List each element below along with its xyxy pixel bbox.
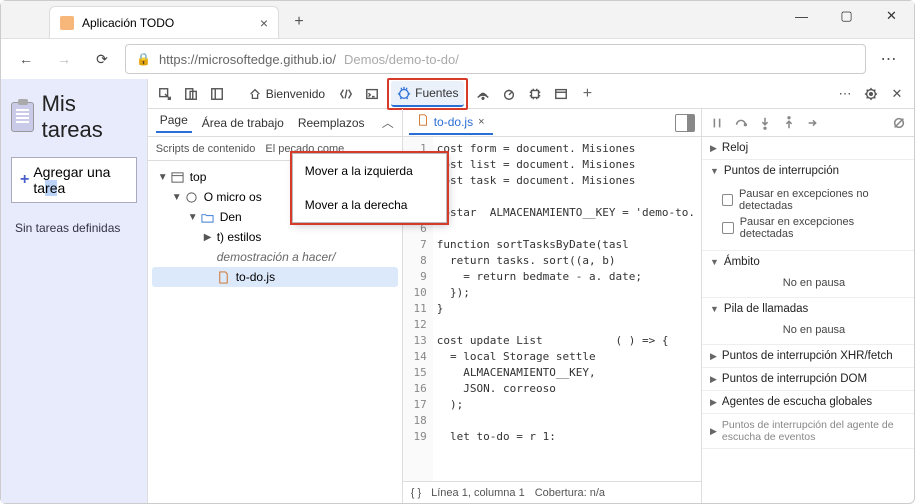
ctx-move-right[interactable]: Mover a la derecha (293, 188, 446, 222)
editor-tab-todo-js[interactable]: to-do.js × (409, 111, 493, 135)
editor-pane: to-do.js × 12345678910111213141516171819… (403, 109, 702, 503)
inspect-icon[interactable] (154, 83, 176, 105)
section-breakpoints[interactable]: ▼Puntos de interrupción (702, 160, 914, 182)
tree-todo-js[interactable]: to-do.js (152, 267, 398, 287)
editor-tab-row: to-do.js × (403, 109, 701, 137)
address-field[interactable]: 🔒 https://microsoftedge.github.io/Demos/… (125, 44, 866, 74)
section-event-breakpoints[interactable]: ▶Puntos de interrupción del agente de es… (702, 414, 914, 448)
deactivate-breakpoints-icon[interactable] (890, 114, 908, 132)
add-task-input[interactable]: + Agregar una tarea (11, 157, 137, 203)
navigator-pane: Page Área de trabajo Reemplazos ︿ Script… (148, 109, 403, 503)
tab-title: Aplicación TODO (82, 16, 260, 30)
debugger-toolbar (702, 109, 914, 137)
pause-icon[interactable] (708, 114, 726, 132)
section-watch[interactable]: ▶Reloj (702, 137, 914, 159)
window-minimize-button[interactable]: — (779, 1, 824, 31)
back-button[interactable]: ← (11, 44, 41, 74)
browser-tab[interactable]: Aplicación TODO × (49, 6, 279, 38)
empty-state-text: Sin tareas definidas (11, 217, 137, 239)
tab-favicon (60, 16, 74, 30)
window-close-button[interactable]: ✕ (869, 1, 914, 31)
nav-more-icon[interactable]: ︿ (382, 114, 394, 131)
devtools-toolbar: Bienvenido Fuentes + ⋯ ✕ (148, 79, 914, 109)
editor-tab-close-icon[interactable]: × (478, 116, 484, 128)
callstack-not-paused: No en pausa (702, 320, 914, 344)
more-tabs-button[interactable]: + (576, 83, 598, 105)
new-tab-button[interactable]: + (285, 8, 313, 36)
nav-tab-page[interactable]: Page (156, 113, 192, 133)
address-bar-row: ← → ⟳ 🔒 https://microsoftedge.github.io/… (1, 39, 914, 79)
status-braces[interactable]: { } (411, 487, 421, 499)
device-icon[interactable] (180, 83, 202, 105)
application-icon[interactable] (550, 83, 572, 105)
debugger-pane: ▶Reloj ▼Puntos de interrupción Pausar en… (702, 109, 914, 503)
step-icon[interactable] (804, 114, 822, 132)
step-into-icon[interactable] (756, 114, 774, 132)
close-tab-icon[interactable]: × (260, 15, 268, 31)
section-global-listeners[interactable]: ▶Agentes de escucha globales (702, 391, 914, 413)
devtools-panel: Bienvenido Fuentes + ⋯ ✕ (147, 79, 914, 503)
lock-icon: 🔒 (136, 52, 151, 66)
app-title: Mis tareas (11, 91, 137, 143)
url-path: Demos/demo-to-do/ (344, 52, 459, 67)
nav-tab-workspace[interactable]: Área de trabajo (198, 116, 288, 130)
todo-app-pane: Mis tareas + Agregar una tarea Sin tarea… (1, 79, 147, 503)
section-scope[interactable]: ▼Ámbito (702, 251, 914, 273)
step-over-icon[interactable] (732, 114, 750, 132)
console-icon[interactable] (361, 83, 383, 105)
tab-welcome[interactable]: Bienvenido (242, 81, 331, 107)
step-out-icon[interactable] (780, 114, 798, 132)
dock-icon[interactable] (206, 83, 228, 105)
section-xhr-breakpoints[interactable]: ▶Puntos de interrupción XHR/fetch (702, 345, 914, 367)
tree-styles[interactable]: ▶t) estilos (152, 227, 398, 247)
status-position: Línea 1, columna 1 (431, 487, 525, 499)
forward-button[interactable]: → (49, 44, 79, 74)
section-callstack[interactable]: ▼Pila de llamadas (702, 298, 914, 320)
performance-icon[interactable] (498, 83, 520, 105)
tab-sources[interactable]: Fuentes (391, 81, 464, 107)
status-coverage: Cobertura: n/a (535, 487, 605, 499)
window-maximize-button[interactable]: ▢ (824, 1, 869, 31)
elements-icon[interactable] (335, 83, 357, 105)
code-content: cost form = document. Misionescost list … (433, 137, 701, 481)
browser-menu-button[interactable]: ⋯ (874, 44, 904, 74)
network-icon[interactable] (472, 83, 494, 105)
window-titlebar: Aplicación TODO × + — ▢ ✕ (1, 1, 914, 39)
app-title-text: Mis tareas (42, 91, 137, 143)
navigator-tab-row: Page Área de trabajo Reemplazos ︿ (148, 109, 402, 137)
scope-not-paused: No en pausa (702, 273, 914, 297)
section-dom-breakpoints[interactable]: ▶Puntos de interrupción DOM (702, 368, 914, 390)
checkbox-pause-caught[interactable]: Pausar en excepciones detectadas (722, 214, 906, 242)
context-menu: Mover a la izquierda Mover a la derecha (292, 153, 447, 223)
toggle-sidebar-icon[interactable] (675, 114, 695, 132)
reload-button[interactable]: ⟳ (87, 44, 117, 74)
checkbox-pause-uncaught[interactable]: Pausar en excepciones no detectadas (722, 186, 906, 214)
code-editor[interactable]: 12345678910111213141516171819 cost form … (403, 137, 701, 481)
nav-sub-content-scripts[interactable]: Scripts de contenido (156, 143, 256, 155)
url-host: https://microsoftedge.github.io/ (159, 52, 336, 67)
nav-tab-overrides[interactable]: Reemplazos (294, 116, 369, 130)
clipboard-icon (11, 102, 34, 132)
plus-icon: + (20, 171, 29, 189)
devtools-close-icon[interactable]: ✕ (886, 83, 908, 105)
tree-todo-dir[interactable]: demostración a hacer/ (152, 247, 398, 267)
editor-status-bar: { } Línea 1, columna 1 Cobertura: n/a (403, 481, 701, 503)
ctx-move-left[interactable]: Mover a la izquierda (293, 154, 446, 188)
memory-icon[interactable] (524, 83, 546, 105)
devtools-settings-icon[interactable] (860, 83, 882, 105)
devtools-more-icon[interactable]: ⋯ (834, 83, 856, 105)
